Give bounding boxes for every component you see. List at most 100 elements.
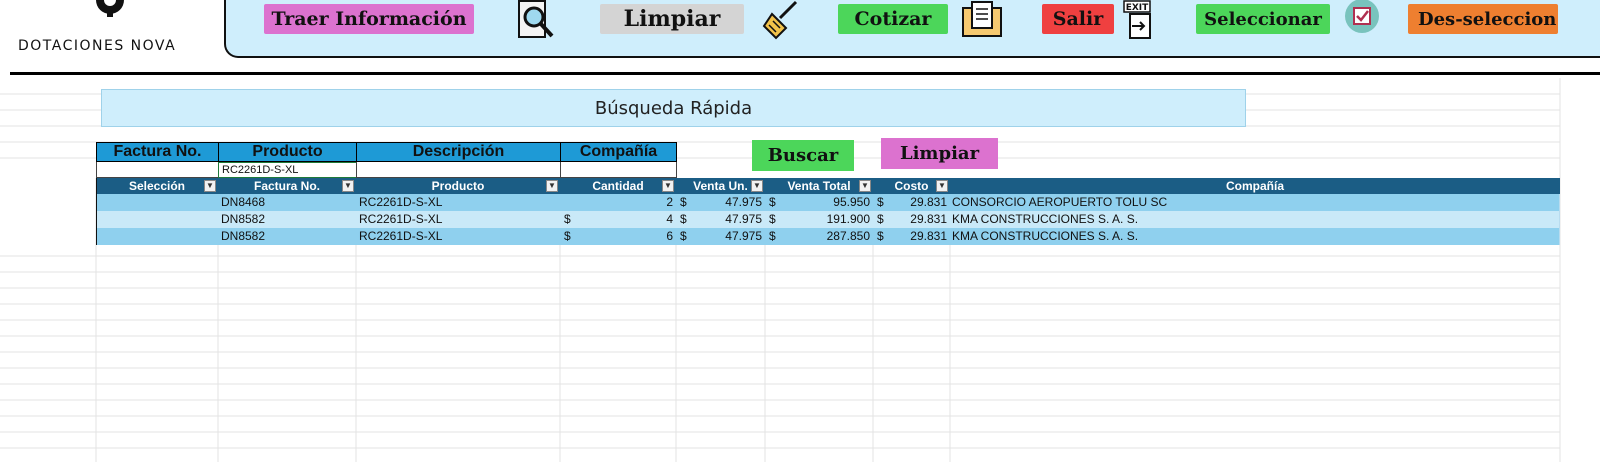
spreadsheet-grid <box>0 78 1561 462</box>
cell-value: 29.831 <box>910 229 947 243</box>
exit-sign-text: EXIT <box>1126 3 1149 13</box>
filter-dropdown-icon[interactable]: ▼ <box>204 180 216 192</box>
cell-producto[interactable]: RC2261D-S-XL <box>356 228 561 245</box>
descripcion-filter-input[interactable] <box>356 162 561 178</box>
column-header-label: Cantidad <box>592 179 644 193</box>
cell-cantidad[interactable]: 2 <box>560 194 677 211</box>
document-search-icon[interactable] <box>514 0 558 40</box>
currency-symbol: $ <box>680 195 687 209</box>
cell-venta-un[interactable]: $47.975 <box>676 228 766 245</box>
producto-filter-input[interactable]: RC2261D-S-XL <box>218 162 357 178</box>
filter-dropdown-icon[interactable]: ▼ <box>751 180 763 192</box>
column-header-cantidad[interactable]: Cantidad ▼ <box>560 178 677 194</box>
logo-text: DOTACIONES NOVA <box>18 38 177 54</box>
company-logo: DOTACIONES NOVA <box>10 0 210 66</box>
currency-symbol: $ <box>877 195 884 209</box>
cell-factura[interactable]: DN8582 <box>218 228 357 245</box>
seleccionar-button[interactable]: Seleccionar <box>1196 4 1330 34</box>
cell-producto[interactable]: RC2261D-S-XL <box>356 194 561 211</box>
currency-symbol: $ <box>877 212 884 226</box>
broom-icon[interactable] <box>760 0 804 40</box>
cell-value: 29.831 <box>910 212 947 226</box>
cell-seleccion[interactable] <box>96 211 219 228</box>
cell-cantidad[interactable]: $4 <box>560 211 677 228</box>
column-header-compania[interactable]: Compañía <box>950 178 1560 194</box>
column-header-label: Producto <box>431 179 485 193</box>
currency-symbol: $ <box>769 229 776 243</box>
currency-symbol: $ <box>877 229 884 243</box>
cell-cantidad[interactable]: $6 <box>560 228 677 245</box>
filter-header-producto: Producto <box>218 142 357 162</box>
limpiar-button[interactable]: Limpiar <box>600 4 744 34</box>
limpiar-search-button[interactable]: Limpiar <box>881 138 998 169</box>
filter-dropdown-icon[interactable]: ▼ <box>936 180 948 192</box>
cell-costo[interactable]: $29.831 <box>873 194 951 211</box>
cell-costo[interactable]: $29.831 <box>873 228 951 245</box>
filter-dropdown-icon[interactable]: ▼ <box>662 180 674 192</box>
cell-value: 47.975 <box>725 229 762 243</box>
column-header-label: Venta Total <box>787 179 851 193</box>
salir-button[interactable]: Salir <box>1042 4 1114 34</box>
busqueda-rapida-title: Búsqueda Rápida <box>101 89 1246 127</box>
cell-seleccion[interactable] <box>96 194 219 211</box>
folder-document-icon[interactable] <box>960 0 1004 40</box>
filter-header-descripcion: Descripción <box>356 142 561 162</box>
cell-value: 2 <box>666 195 673 209</box>
currency-symbol: $ <box>680 229 687 243</box>
cell-seleccion[interactable] <box>96 228 219 245</box>
cell-value: 287.850 <box>826 229 870 243</box>
column-header-producto[interactable]: Producto ▼ <box>356 178 561 194</box>
cell-factura[interactable]: DN8582 <box>218 211 357 228</box>
cell-venta-total[interactable]: $287.850 <box>765 228 874 245</box>
cell-costo[interactable]: $29.831 <box>873 211 951 228</box>
cell-value: 29.831 <box>910 195 947 209</box>
cell-value: 6 <box>666 229 673 243</box>
currency-symbol: $ <box>769 195 776 209</box>
column-header-label: Factura No. <box>253 179 320 193</box>
factura-filter-input[interactable] <box>96 162 219 178</box>
cell-compania[interactable]: CONSORCIO AEROPUERTO TOLU SC <box>950 194 1560 211</box>
cell-compania[interactable]: KMA CONSTRUCCIONES S. A. S. <box>950 228 1560 245</box>
filter-header-factura: Factura No. <box>96 142 219 162</box>
column-header-label: Venta Un. <box>693 179 748 193</box>
exit-door-icon[interactable]: EXIT <box>1118 0 1162 40</box>
cotizar-button[interactable]: Cotizar <box>838 4 948 34</box>
cell-venta-total[interactable]: $191.900 <box>765 211 874 228</box>
traer-informacion-button[interactable]: Traer Información <box>264 4 474 34</box>
cell-venta-total[interactable]: $95.950 <box>765 194 874 211</box>
spreadsheet-window: DOTACIONES NOVA Traer Información Limpia… <box>0 0 1600 462</box>
cell-value: 95.950 <box>833 195 870 209</box>
column-header-venta-un[interactable]: Venta Un. ▼ <box>676 178 766 194</box>
column-header-label: Costo <box>894 179 929 193</box>
filter-dropdown-icon[interactable]: ▼ <box>859 180 871 192</box>
cell-compania[interactable]: KMA CONSTRUCCIONES S. A. S. <box>950 211 1560 228</box>
table-left-border <box>96 178 97 245</box>
column-header-seleccion[interactable]: Selección ▼ <box>96 178 219 194</box>
cell-value: 47.975 <box>725 212 762 226</box>
filter-header-compania: Compañía <box>560 142 677 162</box>
cell-value: 191.900 <box>826 212 870 226</box>
filter-dropdown-icon[interactable]: ▼ <box>342 180 354 192</box>
compania-filter-input[interactable] <box>560 162 677 178</box>
des-seleccionar-button[interactable]: Des-seleccion <box>1408 4 1558 34</box>
header-divider <box>10 72 1600 75</box>
column-header-costo[interactable]: Costo ▼ <box>873 178 951 194</box>
column-header-venta-total[interactable]: Venta Total ▼ <box>765 178 874 194</box>
currency-symbol: $ <box>680 212 687 226</box>
column-header-factura[interactable]: Factura No. ▼ <box>218 178 357 194</box>
gear-logo-icon <box>96 0 124 17</box>
currency-symbol: $ <box>769 212 776 226</box>
cell-venta-un[interactable]: $47.975 <box>676 211 766 228</box>
cell-factura[interactable]: DN8468 <box>218 194 357 211</box>
filter-active-icon[interactable]: ▼ <box>546 180 558 192</box>
column-header-label: Compañía <box>1225 179 1284 193</box>
column-header-label: Selección <box>128 179 186 193</box>
checkbox-icon[interactable] <box>1340 0 1384 40</box>
buscar-button[interactable]: Buscar <box>752 140 854 171</box>
currency-symbol: $ <box>564 229 571 243</box>
cell-producto[interactable]: RC2261D-S-XL <box>356 211 561 228</box>
cell-value: 47.975 <box>725 195 762 209</box>
cell-value: 4 <box>666 212 673 226</box>
cell-venta-un[interactable]: $47.975 <box>676 194 766 211</box>
currency-symbol: $ <box>564 212 571 226</box>
